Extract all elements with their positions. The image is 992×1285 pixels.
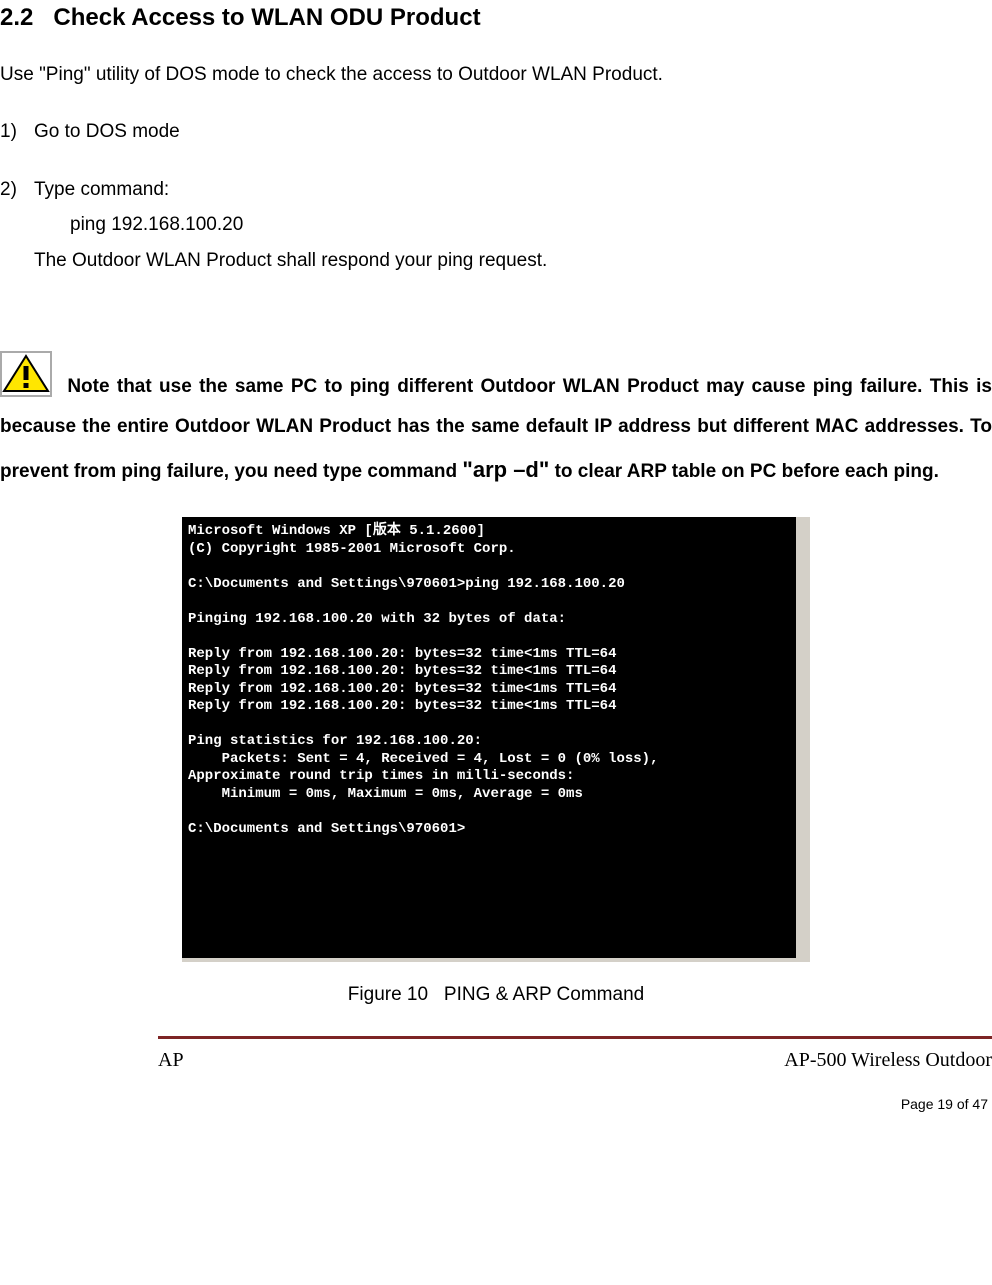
section-title-text: Check Access to WLAN ODU Product [53, 4, 480, 31]
note-text-post: to clear ARP table on PC before each pin… [549, 461, 939, 482]
intro-paragraph: Use "Ping" utility of DOS mode to check … [0, 60, 992, 89]
page-number: Page 19 of 47 [0, 1096, 992, 1112]
footer-rule [158, 1036, 992, 1039]
figure-caption: Figure 10 PING & ARP Command [0, 984, 992, 1006]
step-1-text: Go to DOS mode [34, 121, 180, 142]
step-2: 2)Type command: ping 192.168.100.20 The … [0, 175, 992, 275]
step-1: 1)Go to DOS mode [0, 117, 992, 146]
step-1-number: 1) [0, 117, 34, 146]
step-2-number: 2) [0, 175, 34, 204]
step-2-text: Type command: [34, 179, 169, 200]
note-paragraph: Note that use the same PC to ping differ… [0, 351, 992, 493]
step-2-response: The Outdoor WLAN Product shall respond y… [34, 246, 992, 275]
step-2-command: ping 192.168.100.20 [70, 210, 992, 239]
footer-right: AP-500 Wireless Outdoor [784, 1049, 992, 1072]
console-output: Microsoft Windows XP [版本 5.1.2600] (C) C… [182, 517, 810, 962]
footer-line: AP AP-500 Wireless Outdoor [158, 1049, 992, 1072]
section-heading: 2.2 Check Access to WLAN ODU Product [0, 4, 992, 32]
figure-label: Figure 10 [348, 984, 428, 1005]
footer-left: AP [158, 1049, 184, 1072]
section-number: 2.2 [0, 4, 33, 32]
note-command: "arp –d" [462, 457, 549, 482]
warning-icon [0, 351, 52, 397]
figure-title: PING & ARP Command [444, 984, 644, 1005]
